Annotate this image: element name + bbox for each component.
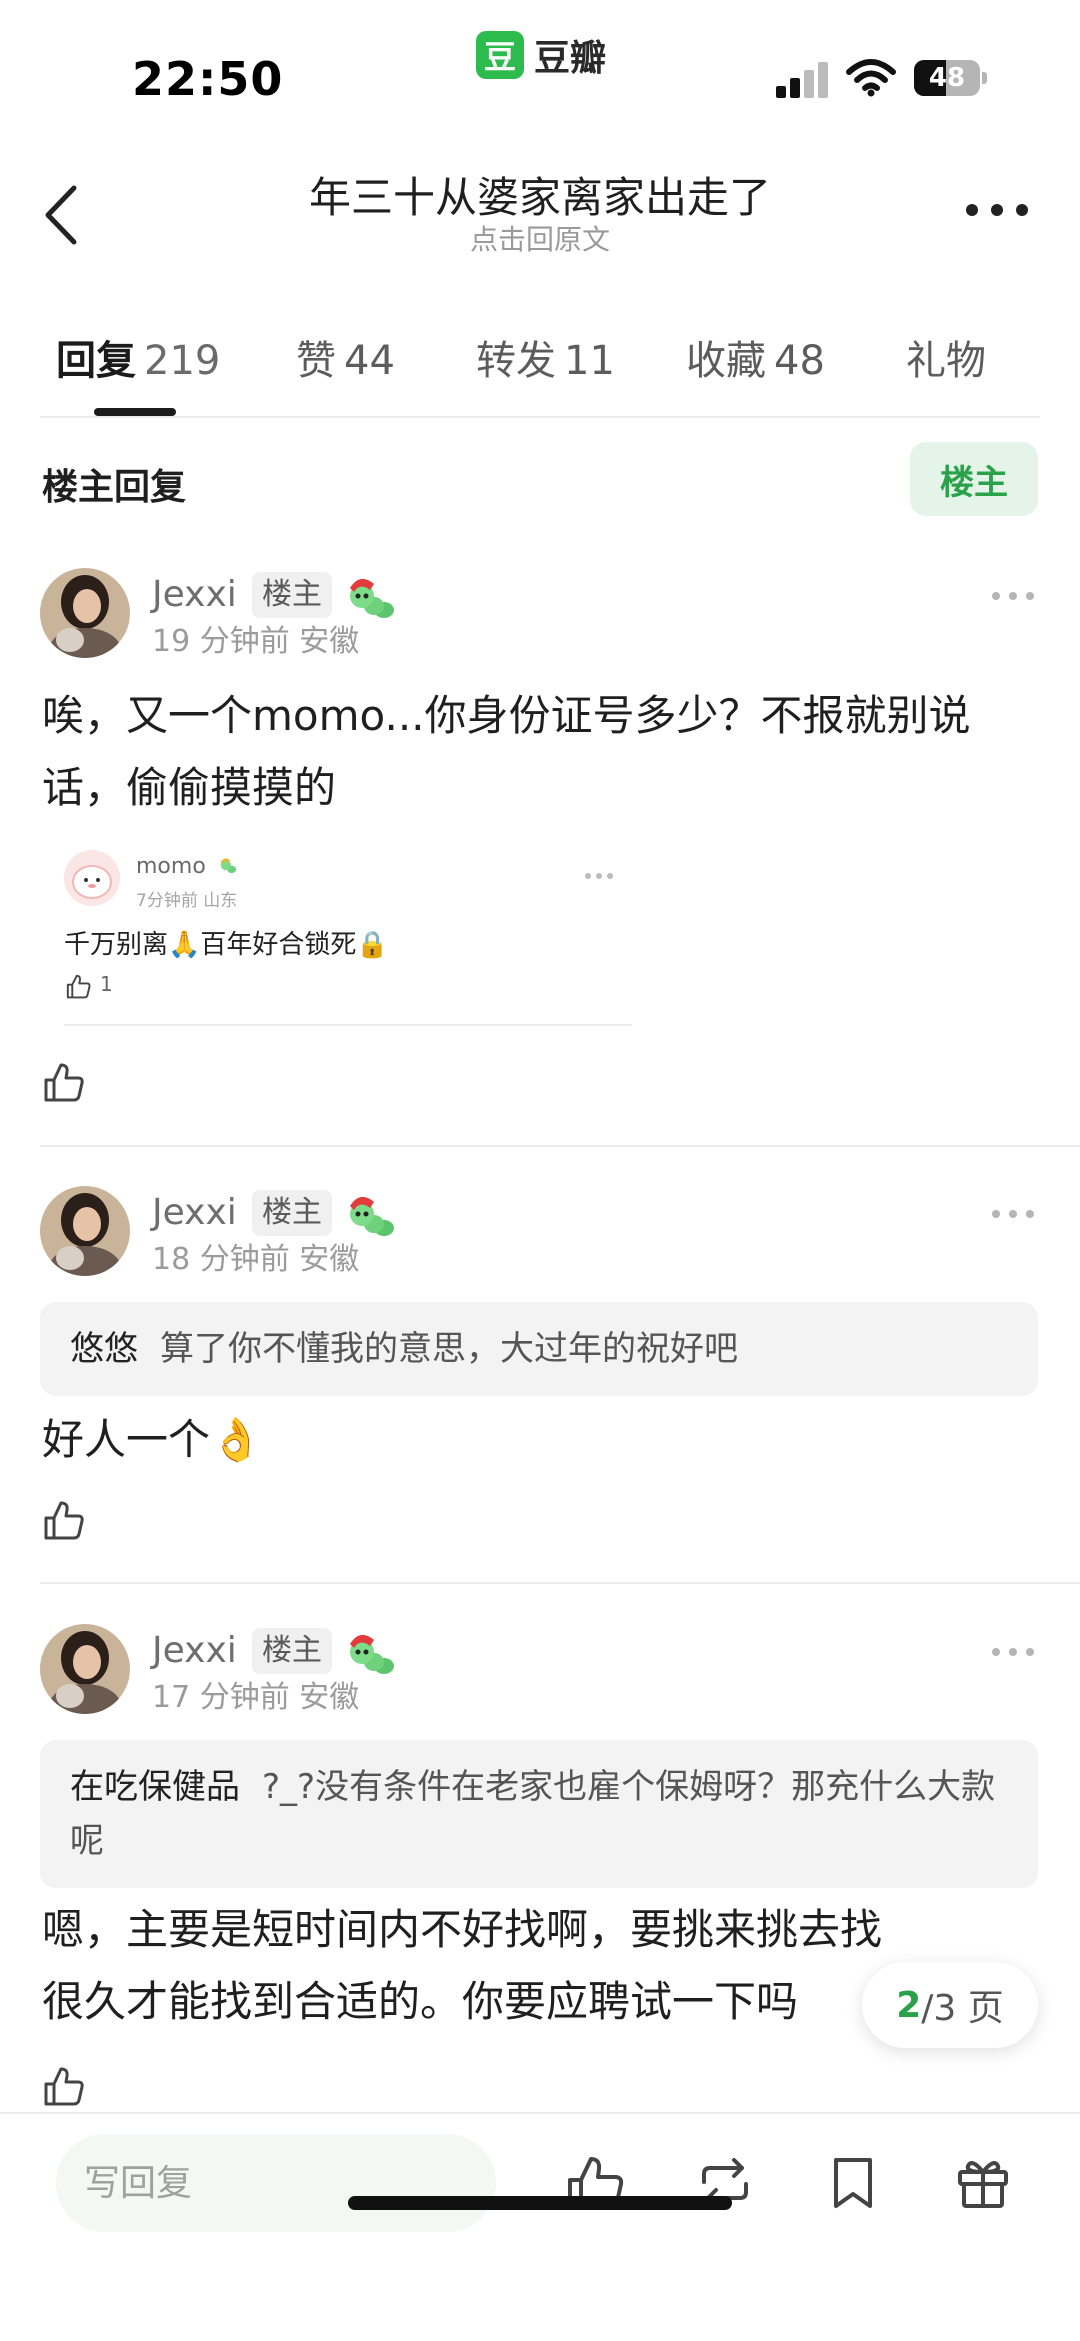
thumbs-up-icon[interactable] <box>42 2064 86 2108</box>
app-badge: 豆 豆瓣 <box>476 30 606 80</box>
status-bar: 22:50 豆 豆瓣 48 <box>0 0 1080 150</box>
tab-count: 219 <box>144 338 221 384</box>
nested-location: 山东 <box>203 891 238 911</box>
tab-collections[interactable]: 收藏 48 <box>686 328 825 386</box>
tab-bar: 回复 219 赞 44 转发 11 收藏 48 礼物 <box>0 318 1080 418</box>
comment-text: 唉，又一个momo...你身份证号多少？不报就别说话，偷偷摸摸的 <box>42 691 971 812</box>
tab-reposts[interactable]: 转发 11 <box>476 328 615 386</box>
username[interactable]: Jexxi <box>152 574 237 615</box>
tab-gifts[interactable]: 礼物 <box>906 328 986 386</box>
more-icon[interactable] <box>962 198 1032 222</box>
page-total: /3 页 <box>921 1988 1004 2029</box>
comment-time: 17 分钟前 <box>152 1680 290 1715</box>
op-filter-button[interactable]: 楼主 <box>910 442 1038 516</box>
comment-more-icon[interactable] <box>990 1208 1036 1220</box>
quoted-username: 在吃保健品 <box>70 1767 240 1807</box>
comment-time: 19 分钟前 <box>152 624 290 659</box>
app-name: 豆瓣 <box>534 38 607 79</box>
username[interactable]: Jexxi <box>152 1192 237 1233</box>
avatar[interactable] <box>40 1186 130 1276</box>
tab-label: 收藏 <box>686 338 766 384</box>
nested-username[interactable]: momo <box>136 854 239 879</box>
tab-likes[interactable]: 赞 44 <box>296 328 395 386</box>
op-tag: 楼主 <box>252 1628 332 1674</box>
douban-logo-icon: 豆 <box>476 31 524 79</box>
tab-count: 44 <box>344 338 395 384</box>
op-tag: 楼主 <box>252 572 332 618</box>
caterpillar-badge-icon <box>220 858 236 874</box>
tab-count: 48 <box>774 338 825 384</box>
avatar[interactable] <box>40 1624 130 1714</box>
active-tab-indicator <box>94 408 176 416</box>
quoted-text: 算了你不懂我的意思，大过年的祝好吧 <box>160 1329 738 1369</box>
comment-more-icon[interactable] <box>990 590 1036 602</box>
comment-more-icon[interactable] <box>990 1646 1036 1658</box>
tab-replies[interactable]: 回复 219 <box>56 328 220 386</box>
avatar[interactable] <box>64 850 120 906</box>
comment-text: 好人一个👌 <box>42 1415 263 1464</box>
wifi-icon <box>846 59 896 97</box>
nested-divider <box>64 1024 632 1026</box>
tabs-divider <box>40 416 1040 418</box>
thumbs-up-icon[interactable] <box>42 1498 86 1542</box>
bottom-action-bar <box>0 2112 1080 2341</box>
battery-icon: 48 <box>914 60 987 96</box>
comment-time: 18 分钟前 <box>152 1242 290 1277</box>
page-current: 2 <box>896 1984 922 2026</box>
comment-location: 安徽 <box>299 1242 360 1277</box>
gift-icon[interactable] <box>952 2152 1014 2214</box>
comment-text: 嗯，主要是短时间内不好找啊，要挑来挑去找很久才能找到合适的。你要应聘试一下吗 <box>42 1905 883 2026</box>
tab-count: 11 <box>564 338 615 384</box>
status-time: 22:50 <box>132 52 284 106</box>
nested-reply: momo 7分钟前 山东 千万别离🙏百年好合锁死🔒 1 <box>64 850 632 1026</box>
quoted-reply[interactable]: 在吃保健品 ?_?没有条件在老家也雇个保姆呀？那充什么大款呢 <box>40 1740 1038 1888</box>
quoted-reply[interactable]: 悠悠 算了你不懂我的意思，大过年的祝好吧 <box>40 1302 1038 1396</box>
view-original-link[interactable]: 点击回原文 <box>0 218 1080 258</box>
avatar[interactable] <box>40 568 130 658</box>
section-title: 楼主回复 <box>42 467 187 508</box>
comment-meta: 18 分钟前 安徽 <box>152 1234 359 1278</box>
quoted-username: 悠悠 <box>70 1329 138 1369</box>
page-title[interactable]: 年三十从婆家离家出走了 <box>0 164 1080 225</box>
nested-meta: 7分钟前 山东 <box>136 886 237 911</box>
nested-text: 千万别离🙏百年好合锁死🔒 <box>64 930 389 960</box>
home-indicator[interactable] <box>348 2196 732 2210</box>
nested-more-icon[interactable] <box>584 872 614 880</box>
username[interactable]: Jexxi <box>152 1630 237 1671</box>
thumbs-up-icon[interactable] <box>64 972 92 1000</box>
tab-label: 转发 <box>476 338 556 384</box>
comment-meta: 17 分钟前 安徽 <box>152 1672 359 1716</box>
header: 年三十从婆家离家出走了 点击回原文 <box>0 150 1080 280</box>
comment-divider <box>40 1145 1080 1147</box>
nested-username-text: momo <box>136 854 206 879</box>
nested-like-count: 1 <box>100 972 113 996</box>
tab-label: 赞 <box>296 338 336 384</box>
thumbs-up-icon[interactable] <box>42 1060 86 1104</box>
page-indicator[interactable]: 2/3 页 <box>862 1962 1038 2048</box>
bookmark-icon[interactable] <box>822 2152 884 2214</box>
tab-label: 礼物 <box>906 338 986 384</box>
comment-meta: 19 分钟前 安徽 <box>152 616 359 660</box>
op-tag: 楼主 <box>252 1190 332 1236</box>
comment-location: 安徽 <box>299 624 360 659</box>
comment-divider <box>40 1582 1080 1584</box>
tab-label: 回复 <box>56 338 136 384</box>
cellular-signal-icon <box>776 62 830 98</box>
nested-time: 7分钟前 <box>136 891 198 911</box>
battery-percent: 48 <box>928 63 966 93</box>
comment-location: 安徽 <box>299 1680 360 1715</box>
reply-input[interactable] <box>56 2134 496 2232</box>
